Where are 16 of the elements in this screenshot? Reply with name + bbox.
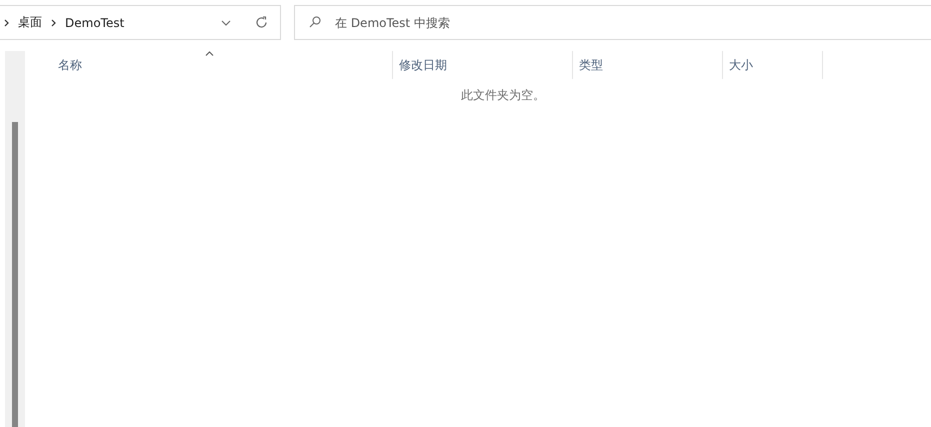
scrollbar-thumb[interactable] [12, 122, 18, 427]
chevron-right-icon [4, 18, 9, 26]
column-header[interactable]: 大小 [729, 56, 753, 74]
chevron-down-icon[interactable] [221, 20, 231, 26]
search-icon [309, 16, 321, 28]
column-header[interactable]: 修改日期 [399, 56, 447, 74]
column-header[interactable]: 名称 [58, 56, 82, 74]
refresh-icon[interactable] [255, 16, 268, 29]
chevron-right-icon [51, 18, 56, 26]
search-field[interactable]: 在 DemoTest 中搜索 [294, 5, 931, 40]
breadcrumb-item[interactable]: 桌面 [18, 14, 42, 31]
breadcrumb-item[interactable]: DemoTest [65, 16, 124, 30]
address-bar[interactable]: 桌面 DemoTest [0, 5, 281, 40]
column-header[interactable]: 类型 [579, 56, 603, 74]
scrollbar[interactable] [5, 51, 25, 427]
empty-folder-message: 此文件夹为空。 [461, 87, 545, 104]
